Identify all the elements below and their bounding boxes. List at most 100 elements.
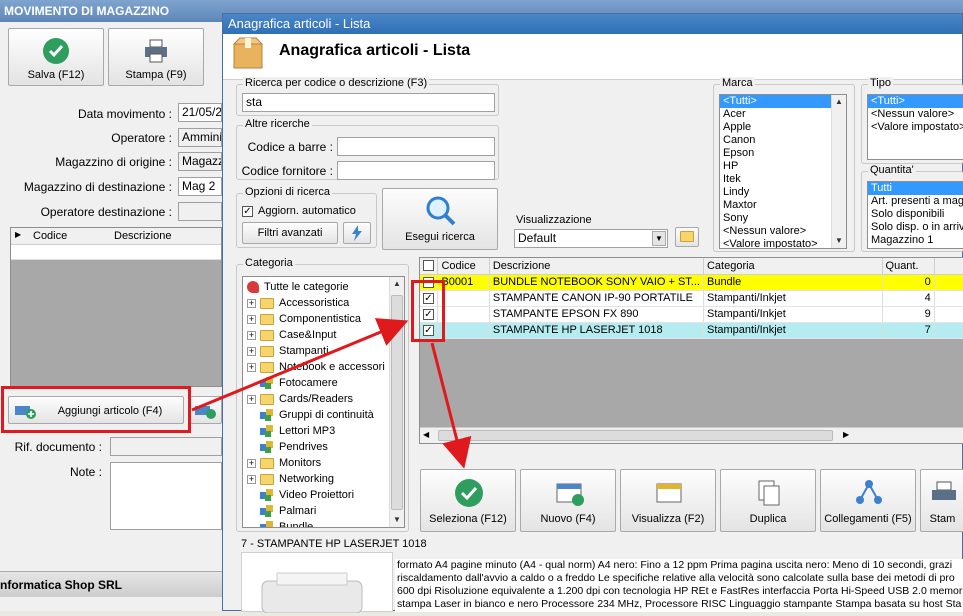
col-category[interactable]: Categoria bbox=[703, 258, 883, 275]
select-button[interactable]: Seleziona (F12) bbox=[420, 469, 516, 532]
list-item[interactable]: Acer bbox=[720, 108, 846, 121]
expand-icon[interactable]: + bbox=[247, 474, 256, 484]
col-code[interactable]: Codice bbox=[437, 258, 490, 275]
row-checkbox[interactable]: ✓ bbox=[423, 292, 434, 304]
articles-grid[interactable]: Codice Descrizione Categoria Quant. B000… bbox=[419, 257, 963, 444]
list-item[interactable]: <Tutti> bbox=[868, 95, 963, 108]
table-row[interactable]: ✓ STAMPANTE HP LASERJET 1018 Stampanti/Ink… bbox=[420, 322, 963, 339]
category-node[interactable]: + Notebook e accessori bbox=[247, 359, 385, 375]
scroll-thumb[interactable] bbox=[438, 430, 833, 441]
list-item[interactable]: Solo disponibili bbox=[868, 208, 963, 221]
brand-scrollbar[interactable]: ▲ ▼ bbox=[831, 95, 846, 248]
supplier-code-input[interactable] bbox=[337, 161, 495, 180]
expand-icon[interactable]: + bbox=[247, 362, 256, 372]
auto-update-checkbox[interactable]: ✓ bbox=[242, 206, 253, 217]
category-node[interactable]: Video Proiettori bbox=[247, 487, 354, 503]
category-node[interactable]: + Networking bbox=[247, 471, 334, 487]
doc-ref-field[interactable] bbox=[110, 437, 222, 456]
category-node[interactable]: Gruppi di continuità bbox=[247, 407, 374, 423]
expand-icon[interactable]: + bbox=[247, 394, 256, 404]
movement-grid[interactable]: ▶ Codice Descrizione bbox=[10, 227, 222, 387]
category-node[interactable]: Lettori MP3 bbox=[247, 423, 335, 439]
select-all-checkbox[interactable] bbox=[423, 260, 434, 272]
brand-list[interactable]: ▲ ▼ <Tutti> Acer Apple Canon Epson HP Itek Lind… bbox=[719, 94, 847, 249]
table-row[interactable]: B0001 BUNDLE NOTEBOOK SONY VAIO + ST... Bu… bbox=[420, 274, 963, 291]
list-item[interactable]: <Valore impostato> bbox=[720, 238, 846, 248]
search-input[interactable]: sta bbox=[242, 93, 495, 112]
notes-field[interactable] bbox=[110, 462, 222, 530]
links-button[interactable]: Collegamenti (F5) bbox=[820, 469, 916, 532]
list-item[interactable]: <Valore impostato> bbox=[868, 121, 963, 134]
type-list[interactable]: <Tutti> <Nessun valore> <Valore impostato> bbox=[867, 94, 963, 160]
table-row[interactable] bbox=[11, 245, 221, 260]
list-item[interactable]: <Nessun valore> bbox=[868, 108, 963, 121]
list-item[interactable]: Solo disp. o in arrivo bbox=[868, 221, 963, 234]
category-node[interactable]: Bundle bbox=[247, 519, 313, 527]
view-button[interactable]: Visualizza (F2) bbox=[620, 469, 716, 532]
advanced-filters-button[interactable]: Filtri avanzati bbox=[242, 222, 338, 244]
scroll-thumb[interactable] bbox=[391, 295, 403, 510]
lightning-button[interactable] bbox=[343, 222, 371, 244]
open-folder-button[interactable] bbox=[675, 227, 699, 247]
category-node[interactable]: + Case&Input bbox=[247, 327, 336, 343]
row-checkbox[interactable]: ✓ bbox=[423, 324, 434, 336]
list-item[interactable]: <Tutti> bbox=[720, 95, 846, 108]
col-description[interactable]: Descrizione bbox=[489, 258, 704, 275]
list-item[interactable]: Magazzino 1 bbox=[868, 234, 963, 247]
category-node[interactable]: + Componentistica bbox=[247, 311, 361, 327]
date-field[interactable]: 21/05/20 bbox=[178, 103, 222, 122]
save-button[interactable]: Salva (F12) bbox=[8, 28, 104, 86]
category-node[interactable]: + Accessoristica bbox=[247, 295, 349, 311]
scroll-down-icon[interactable]: ▼ bbox=[832, 234, 846, 248]
list-item[interactable]: Lindy bbox=[720, 186, 846, 199]
execute-search-button[interactable]: Esegui ricerca bbox=[382, 188, 498, 250]
scroll-left-icon[interactable]: ◀ bbox=[423, 430, 429, 439]
col-quantity[interactable]: Quant. bbox=[882, 258, 935, 275]
dest-field[interactable]: Mag 2 bbox=[178, 177, 222, 196]
row-checkbox[interactable] bbox=[423, 276, 434, 288]
expand-icon[interactable]: + bbox=[247, 298, 256, 308]
list-item[interactable]: Sony bbox=[720, 212, 846, 225]
category-node[interactable]: Fotocamere bbox=[247, 375, 338, 391]
list-item[interactable]: Maxtor bbox=[720, 199, 846, 212]
category-node[interactable]: + Cards/Readers bbox=[247, 391, 353, 407]
table-row[interactable]: ✓ STAMPANTE EPSON FX 890 Stampanti/Inkjet 9 bbox=[420, 306, 963, 323]
operator-field[interactable]: Amminist bbox=[178, 128, 222, 147]
tree-root[interactable]: Tutte le categorie bbox=[247, 279, 349, 295]
expand-icon[interactable]: + bbox=[247, 314, 256, 324]
list-item[interactable]: HP bbox=[720, 160, 846, 173]
quantity-list[interactable]: Tutti Art. presenti a mag Solo disponibili… bbox=[867, 181, 963, 249]
list-item[interactable]: Art. presenti a mag bbox=[868, 195, 963, 208]
category-node[interactable]: + Monitors bbox=[247, 455, 321, 471]
category-tree[interactable]: ▲ ▼ Tutte le categorie + Accessoristica + Co… bbox=[242, 276, 405, 528]
scroll-up-icon[interactable]: ▲ bbox=[390, 277, 404, 291]
scroll-up-icon[interactable]: ▲ bbox=[832, 95, 846, 109]
list-item[interactable]: Canon bbox=[720, 134, 846, 147]
grid-hscrollbar[interactable]: ◀ ▶ bbox=[420, 427, 963, 443]
category-node[interactable]: Palmari bbox=[247, 503, 316, 519]
list-item[interactable]: Epson bbox=[720, 147, 846, 160]
dest-operator-field[interactable] bbox=[178, 202, 222, 221]
expand-icon[interactable]: + bbox=[247, 346, 256, 356]
view-select[interactable]: Default ▼ bbox=[514, 229, 668, 248]
print-button[interactable]: Stam bbox=[920, 469, 963, 532]
select-all-header[interactable] bbox=[420, 258, 439, 275]
list-item[interactable]: <Nessun valore> bbox=[720, 225, 846, 238]
list-item[interactable]: Tutti bbox=[868, 182, 963, 195]
remove-article-button[interactable] bbox=[190, 396, 222, 424]
expand-icon[interactable]: + bbox=[247, 458, 256, 468]
duplicate-button[interactable]: Duplica bbox=[720, 469, 816, 532]
barcode-input[interactable] bbox=[337, 137, 495, 156]
list-item[interactable]: Apple bbox=[720, 121, 846, 134]
row-checkbox[interactable]: ✓ bbox=[423, 308, 434, 320]
origin-field[interactable]: Magazzin bbox=[178, 152, 222, 171]
table-row[interactable]: ✓ STAMPANTE CANON IP-90 PORTATILE Stampant… bbox=[420, 290, 963, 307]
category-node[interactable]: + Stampanti bbox=[247, 343, 329, 359]
category-node[interactable]: Pendrives bbox=[247, 439, 328, 455]
print-button[interactable]: Stampa (F9) bbox=[108, 28, 204, 86]
scroll-down-icon[interactable]: ▼ bbox=[390, 513, 404, 527]
category-scrollbar[interactable]: ▲ ▼ bbox=[389, 277, 404, 527]
add-article-button[interactable]: Aggiungi articolo (F4) bbox=[8, 396, 184, 424]
scroll-right-icon[interactable]: ▶ bbox=[843, 430, 849, 439]
new-button[interactable]: Nuovo (F4) bbox=[520, 469, 616, 532]
